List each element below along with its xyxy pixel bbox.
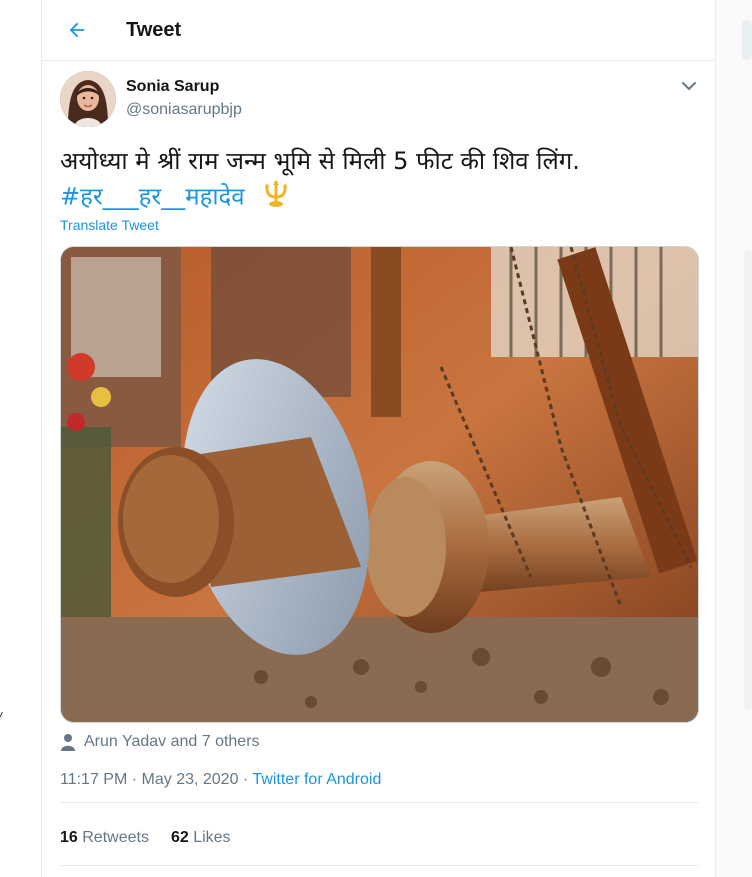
tweet-date[interactable]: May 23, 2020	[142, 771, 239, 788]
avatar[interactable]	[60, 71, 116, 127]
tweet-stats: 16 Retweets 62 Likes	[60, 829, 231, 847]
meta-separator: ·	[238, 771, 253, 788]
page-title: Tweet	[126, 19, 182, 41]
adjacent-panel-fragment	[744, 250, 752, 710]
retweets-count: 16	[60, 829, 78, 846]
liked-by[interactable]: Arun Yadav and 7 others	[60, 733, 260, 751]
liked-by-text: Arun Yadav and 7 others	[84, 733, 260, 750]
adjacent-panel-fragment	[742, 20, 752, 60]
meta-separator: ·	[127, 771, 142, 788]
retweets-label: Retweets	[82, 829, 149, 846]
tweet-source[interactable]: Twitter for Android	[252, 771, 381, 788]
left-edge-fragment	[0, 712, 8, 720]
retweets-stat[interactable]: 16 Retweets	[60, 829, 149, 847]
divider	[60, 865, 699, 866]
tweet-meta: 11:17 PM · May 23, 2020 · Twitter for An…	[60, 771, 381, 789]
tweet-body: अयोध्या मे श्रीं राम जन्म भूमि से मिली 5…	[60, 147, 580, 175]
likes-stat[interactable]: 62 Likes	[171, 829, 231, 847]
more-options-button[interactable]	[678, 76, 700, 96]
likes-count: 62	[170, 829, 189, 846]
chevron-down-icon	[682, 82, 696, 91]
tweet-time[interactable]: 11:17 PM	[60, 771, 127, 788]
trident-emoji-icon	[260, 178, 292, 217]
person-icon	[61, 734, 75, 751]
tweet-column: Tweet Sonia Sarup @soniasarupbjp अयोध्या…	[41, 0, 716, 877]
arrow-left-icon	[69, 22, 85, 38]
hashtag-link[interactable]: #हर___हर__महादेव	[60, 183, 245, 211]
likes-label: Likes	[193, 829, 231, 846]
author-handle[interactable]: @soniasarupbjp	[126, 101, 242, 119]
avatar-image	[60, 71, 116, 127]
shivling-photo	[61, 247, 698, 722]
tweet-photo[interactable]	[60, 246, 699, 723]
author-name[interactable]: Sonia Sarup	[126, 78, 219, 96]
tweet-text: अयोध्या मे श्रीं राम जन्म भूमि से मिली 5…	[60, 144, 700, 217]
translate-link[interactable]: Translate Tweet	[60, 217, 159, 233]
back-button[interactable]	[62, 15, 92, 45]
tweet-header: Tweet	[42, 0, 715, 61]
divider	[60, 802, 699, 803]
